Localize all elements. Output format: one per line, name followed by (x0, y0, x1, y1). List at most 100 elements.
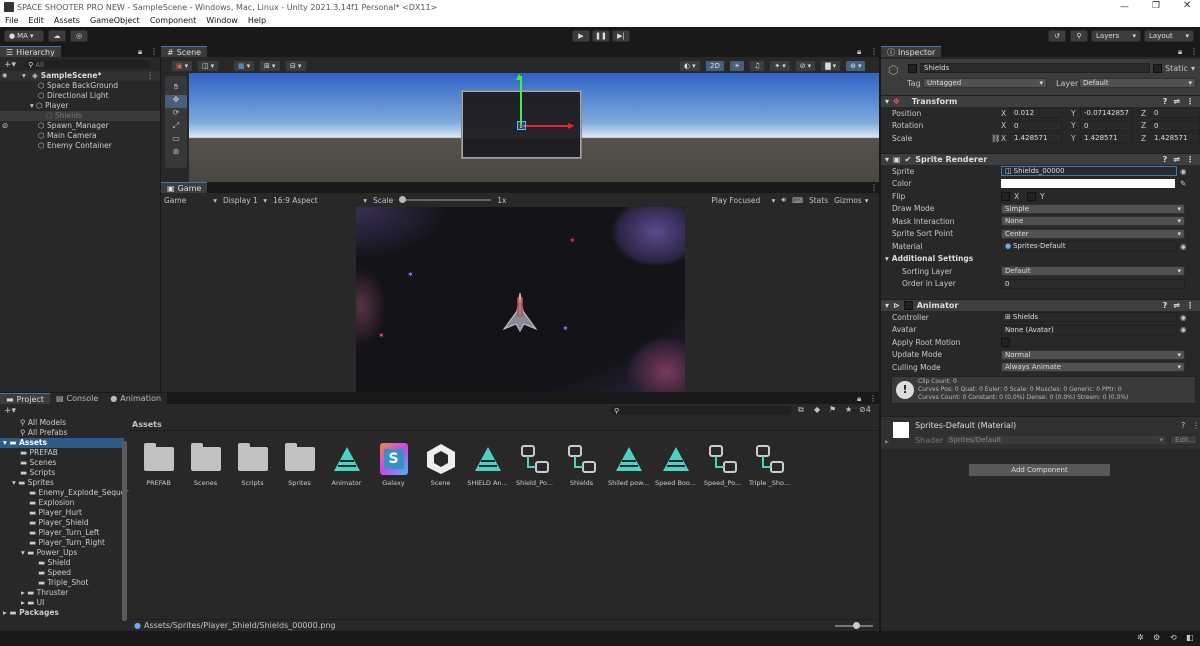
preset-icon[interactable]: ⇌ (1173, 155, 1180, 164)
tree-item[interactable]: ▬ Explosion (0, 498, 124, 508)
filter-type-icon[interactable]: ⧉ (798, 405, 804, 415)
eyedropper-icon[interactable]: ✎ (1180, 179, 1186, 188)
more-icon[interactable]: ⋮ (1190, 47, 1198, 56)
order-field[interactable]: 0 (1001, 278, 1185, 289)
link-icon[interactable]: ⛓︎ (991, 134, 1001, 143)
menu-assets[interactable]: Assets (49, 16, 85, 25)
help-icon[interactable]: ? (1163, 97, 1168, 106)
gizmos-button[interactable]: ⊕ ▾ (845, 59, 867, 72)
progress-icon[interactable]: ⟲ (1170, 633, 1177, 642)
list-item[interactable]: ⬡ Directional Light (0, 91, 160, 101)
bug-icon[interactable]: ✲ (1137, 633, 1144, 642)
tree-item[interactable]: ⚲ All Models (0, 418, 124, 428)
transform-tool-icon[interactable]: ⊛ (165, 147, 187, 160)
tab-project[interactable]: ▬ Project (0, 393, 50, 404)
snap-button[interactable]: ⊞ ▾ (259, 59, 281, 72)
rotate-tool-icon[interactable]: ⟳ (165, 108, 187, 121)
display-dropdown[interactable]: Display 1 ▾ (217, 196, 267, 205)
asset-item[interactable]: Scene (417, 443, 464, 487)
more-icon[interactable]: ⋮ (1186, 301, 1194, 310)
asset-item[interactable]: PREFAB (135, 443, 182, 487)
render-mode-button[interactable]: ◫ ▾ (197, 59, 219, 72)
more-icon[interactable]: ⋮ (1186, 155, 1194, 164)
sprite-renderer-header[interactable]: ▾ ▣ ✔ Sprite Renderer? ⇌ ⋮ (881, 153, 1200, 165)
animator-header[interactable]: ▾ ⊳ Animator? ⇌ ⋮ (881, 299, 1200, 311)
tree-item[interactable]: ▬ PREFAB (0, 448, 124, 458)
edit-shader-button[interactable]: Edit... (1170, 435, 1197, 445)
help-icon[interactable]: ? (1163, 155, 1168, 164)
scale-y[interactable]: 1.428571 (1080, 133, 1132, 144)
draw-mode-button[interactable]: ▣ ▾ (171, 59, 193, 72)
history-button[interactable]: ↺ (1048, 30, 1066, 42)
hidden-count-icon[interactable]: ⊘4 (859, 405, 871, 414)
lock-icon[interactable]: 🔒︎ (857, 47, 861, 57)
shading-button[interactable]: ◐ ▾ (679, 59, 701, 72)
chevron-down-icon[interactable]: ▾ (22, 71, 32, 81)
color-swatch[interactable] (1001, 179, 1175, 189)
tab-console[interactable]: ▤ Console (49, 393, 105, 404)
minimize-icon[interactable]: — (1120, 2, 1129, 12)
collab-button[interactable]: ◎ (70, 30, 88, 42)
2d-toggle[interactable]: 2D (705, 59, 725, 72)
target-icon[interactable]: ◉ (1180, 242, 1187, 251)
tree-item[interactable]: ▬ Speed (0, 568, 124, 578)
tag-dropdown[interactable]: Untagged ▾ (923, 78, 1047, 88)
game-mode-dropdown[interactable]: Game ▾ (161, 196, 217, 205)
tree-item[interactable]: ▾ ▬ Sprites (0, 478, 124, 488)
expand-icon[interactable]: ▸ (885, 437, 889, 446)
material-field[interactable]: ● Sprites-Default (1001, 241, 1177, 252)
tree-item-selected[interactable]: ▾ ▬ Assets (0, 438, 124, 448)
tree-scrollbar[interactable] (122, 441, 127, 621)
controller-field[interactable]: ⊞ Shields (1001, 312, 1177, 323)
flip-y-checkbox[interactable] (1027, 191, 1037, 201)
asset-item[interactable]: Triple _Sho... (746, 443, 793, 487)
mute-icon[interactable]: 🔊︎ (781, 195, 786, 205)
maximize-icon[interactable]: ❐ (1152, 1, 1160, 11)
sprite-field[interactable]: ◫ Shields_00000 (1001, 166, 1177, 177)
rotation-z[interactable]: 0 (1150, 120, 1200, 131)
active-checkbox[interactable] (908, 64, 917, 73)
tree-item[interactable]: ▬ Player_Hurt (0, 508, 124, 518)
help-icon[interactable]: ? (1163, 301, 1168, 310)
fx-toggle[interactable]: ✦ ▾ (769, 59, 791, 72)
scale-x[interactable]: 1.428571 (1010, 133, 1062, 144)
preset-icon[interactable]: ⇌ (1173, 97, 1180, 106)
x-arrow-icon[interactable]: ▶ (568, 121, 574, 130)
chevron-down-icon[interactable]: ▾ (1191, 64, 1195, 73)
target-icon[interactable]: ◉ (1180, 167, 1187, 176)
asset-item[interactable]: Sprites (276, 443, 323, 487)
audio-toggle[interactable]: ♫ (749, 59, 766, 72)
menu-file[interactable]: File (0, 16, 23, 25)
more-icon[interactable]: ⋮ (1186, 97, 1194, 106)
x-axis-handle[interactable] (521, 125, 573, 127)
add-icon[interactable]: +▾ (4, 406, 16, 416)
scale-slider-thumb[interactable] (399, 196, 407, 203)
update-mode-dropdown[interactable]: Normal ▾ (1001, 349, 1185, 360)
culling-mode-dropdown[interactable]: Always Animate ▾ (1001, 362, 1185, 373)
play-focused-dropdown[interactable]: Play Focused ▾ (711, 196, 775, 205)
sort-point-dropdown[interactable]: Center ▾ (1001, 228, 1185, 239)
tab-inspector[interactable]: ⓘ Inspector (881, 46, 942, 57)
help-icon[interactable]: ? (1181, 421, 1185, 430)
icon-size-thumb[interactable] (853, 622, 860, 629)
aspect-dropdown[interactable]: 16:9 Aspect ▾ (267, 196, 367, 205)
tree-item[interactable]: ▬ Player_Turn_Left (0, 528, 124, 538)
tree-item[interactable]: ▾ ▬ Power_Ups (0, 548, 124, 558)
tree-item[interactable]: ⚲ All Prefabs (0, 428, 124, 438)
settings-icon[interactable]: ⚙ (1153, 633, 1160, 642)
cache-icon[interactable]: ◧ (1186, 633, 1194, 642)
additional-settings-row[interactable]: ▾ Additional Settings (881, 253, 1200, 266)
layer-dropdown[interactable]: Default ▾ (1079, 78, 1196, 88)
sorting-layer-dropdown[interactable]: Default ▾ (1001, 266, 1185, 277)
layers-dropdown[interactable]: Layers ▾ (1091, 30, 1141, 42)
add-component-button[interactable]: Add Component (968, 463, 1111, 477)
asset-item[interactable]: Speed Boo... (652, 443, 699, 487)
tree-item[interactable]: ▬ Enemy_Explode_Sequer (0, 488, 128, 498)
position-z[interactable]: 0 (1150, 108, 1200, 119)
asset-item[interactable]: SHIELD An... (464, 443, 511, 487)
asset-item[interactable]: S Galaxy (370, 443, 417, 487)
object-name-input[interactable]: Shields (920, 63, 1150, 73)
asset-item[interactable]: Shields (558, 443, 605, 487)
chevron-down-icon[interactable]: ▾ (865, 196, 869, 205)
lock-icon[interactable]: 🔒︎ (1178, 47, 1182, 57)
